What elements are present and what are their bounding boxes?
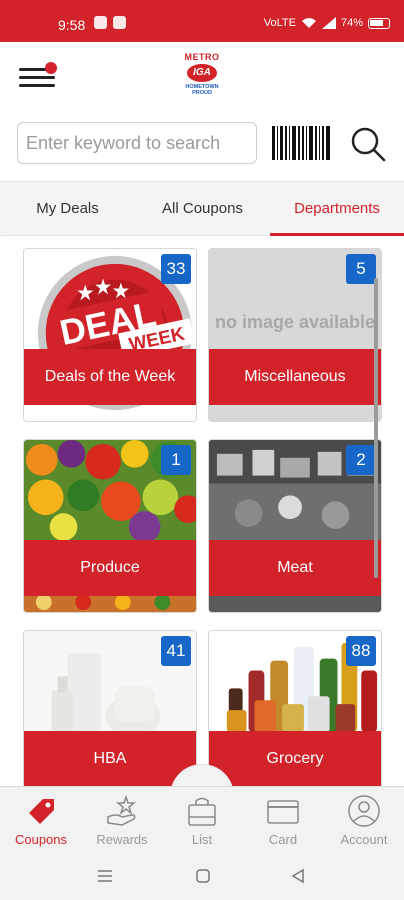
department-card-miscellaneous[interactable]: no image available 5 Miscellaneous (208, 248, 382, 422)
hamburger-menu-icon[interactable] (19, 62, 57, 92)
status-time: 9:58 (58, 17, 86, 33)
department-label: Deals of the Week (24, 349, 196, 405)
nav-coupons[interactable]: Coupons (1, 787, 81, 851)
battery-percent: 74% (340, 17, 363, 29)
bottom-navigation: Coupons Rewards List Card Account (0, 786, 404, 850)
tab-departments[interactable]: Departments (270, 182, 404, 236)
department-card-deals-of-the-week[interactable]: DEAL WEEK 33 Deals of the Week (23, 248, 197, 422)
nav-account[interactable]: Account (324, 787, 404, 851)
no-image-text: no image available (214, 312, 376, 332)
app-notification-icon (113, 16, 126, 29)
nav-label: Rewards (96, 832, 148, 847)
nav-label: Card (268, 832, 298, 847)
tab-all-coupons[interactable]: All Coupons (135, 182, 270, 236)
department-card-produce[interactable]: 1 Produce (23, 439, 197, 613)
nav-rewards[interactable]: Rewards (82, 787, 162, 851)
search-row (0, 112, 404, 180)
rewards-icon (107, 795, 137, 826)
battery-icon (368, 17, 390, 29)
search-icon[interactable] (350, 126, 386, 162)
coupon-count-badge: 88 (346, 636, 376, 666)
coupon-count-badge: 41 (161, 636, 191, 666)
department-label: Grocery (209, 731, 381, 787)
recent-apps-icon[interactable] (96, 868, 114, 884)
coupon-count-badge: 1 (161, 445, 191, 475)
department-label: HBA (24, 731, 196, 787)
scrollbar[interactable] (374, 278, 378, 578)
tag-icon (29, 799, 54, 824)
department-card-grocery[interactable]: 88 Grocery (208, 630, 382, 788)
department-card-hba[interactable]: 41 HBA (23, 630, 197, 788)
coupon-count-badge: 33 (161, 254, 191, 284)
app-header: METRO IGA HOMETOWN PROUD (0, 42, 404, 112)
departments-grid: DEAL WEEK 33 Deals of the Week no image … (0, 236, 404, 788)
search-input[interactable] (17, 122, 257, 164)
network-label: VoLTE (263, 17, 296, 29)
coupon-count-badge: 5 (346, 254, 376, 284)
logo-iga-text: IGA (187, 64, 217, 82)
notification-dot (45, 62, 57, 74)
department-label: Produce (24, 540, 196, 596)
tab-my-deals[interactable]: My Deals (0, 182, 135, 236)
nav-card[interactable]: Card (243, 787, 323, 851)
account-icon (348, 795, 380, 827)
barcode-scan-icon[interactable] (272, 126, 331, 160)
department-label: Miscellaneous (209, 349, 381, 405)
card-icon (267, 800, 299, 824)
store-logo: METRO IGA HOMETOWN PROUD (178, 52, 226, 102)
wifi-icon (301, 18, 316, 28)
coupon-count-badge: 2 (346, 445, 376, 475)
department-label: Meat (209, 540, 381, 596)
signal-icon (321, 17, 336, 29)
logo-hometown-text: HOMETOWN PROUD (185, 84, 219, 96)
nav-label: List (191, 832, 213, 847)
logo-metro-text: METRO (184, 52, 220, 62)
app-notification-icon (94, 16, 107, 29)
system-navigation-bar (0, 850, 404, 900)
department-card-meat[interactable]: 2 Meat (208, 439, 382, 613)
back-icon[interactable] (290, 868, 306, 884)
home-icon[interactable] (195, 868, 211, 884)
tab-bar: My Deals All Coupons Departments (0, 181, 404, 236)
status-bar: 9:58 VoLTE 74% (0, 0, 404, 42)
shopping-bag-icon (188, 797, 216, 826)
nav-label: Account (340, 832, 388, 847)
status-right: VoLTE 74% (264, 17, 390, 29)
notification-icons (94, 16, 126, 29)
nav-label: Coupons (14, 832, 68, 847)
nav-list[interactable]: List (162, 787, 242, 851)
